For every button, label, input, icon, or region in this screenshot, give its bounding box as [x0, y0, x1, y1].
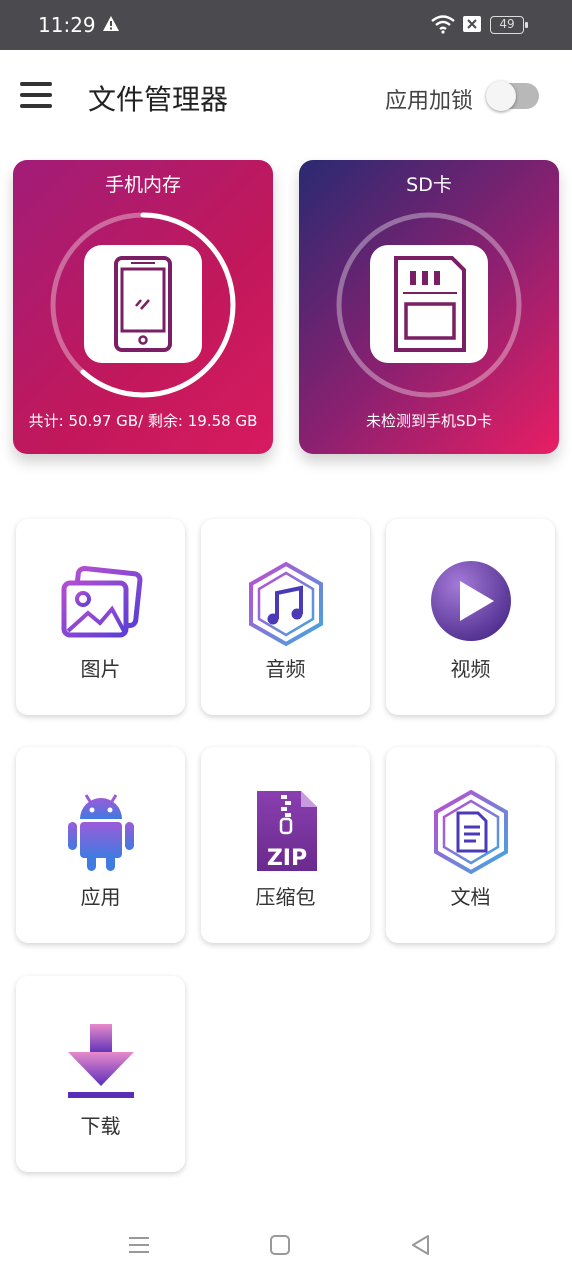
system-nav-bar [0, 1210, 572, 1280]
category-images[interactable]: 图片 [16, 519, 185, 715]
category-label: 图片 [80, 657, 121, 681]
recent-apps-icon[interactable] [126, 1232, 152, 1258]
music-icon [249, 561, 323, 647]
status-time: 11:29 [38, 13, 96, 37]
category-downloads[interactable]: 下载 [16, 976, 185, 1172]
menu-icon[interactable] [20, 82, 52, 108]
category-label: 压缩包 [255, 885, 316, 909]
category-label: 音频 [265, 657, 306, 681]
category-label: 应用 [80, 885, 121, 909]
category-audio[interactable]: 音频 [201, 519, 370, 715]
category-apps[interactable]: 应用 [16, 747, 185, 943]
app-bar: 文件管理器 应用加锁 [0, 50, 572, 142]
wifi-icon [431, 15, 455, 34]
category-documents[interactable]: 文档 [386, 747, 555, 943]
phone-storage-title: 手机内存 [104, 174, 181, 196]
toggle-knob [486, 81, 516, 111]
category-label: 下载 [80, 1114, 121, 1138]
android-icon [68, 794, 134, 871]
phone-storage-summary: 共计: 50.97 GB/ 剩余: 19.58 GB [28, 412, 258, 430]
page-title: 文件管理器 [88, 83, 229, 116]
sd-card-storage-card[interactable]: SD卡 未检测到手机SD卡 [299, 160, 559, 454]
home-icon[interactable] [267, 1232, 293, 1258]
zip-icon: ZIP [257, 791, 317, 871]
play-icon [431, 561, 511, 641]
phone-storage-card[interactable]: 手机内存 共计: 50.97 GB/ 剩余: 19.58 GB [13, 160, 273, 454]
category-label: 视频 [450, 657, 491, 681]
warning-icon [103, 16, 119, 31]
battery-indicator: 49 [490, 16, 528, 34]
app-lock-toggle[interactable] [486, 81, 539, 111]
sd-card-icon [370, 245, 488, 363]
phone-icon [84, 245, 202, 363]
category-label: 文档 [450, 885, 491, 909]
app-lock-label: 应用加锁 [385, 89, 474, 114]
sim-off-icon [463, 16, 481, 32]
category-archives[interactable]: ZIP 压缩包 [201, 747, 370, 943]
sd-card-summary: 未检测到手机SD卡 [365, 412, 493, 430]
category-video[interactable]: 视频 [386, 519, 555, 715]
status-bar: 11:29 49 [0, 0, 572, 50]
back-icon[interactable] [408, 1232, 434, 1258]
image-icon [61, 565, 143, 638]
sd-card-title: SD卡 [406, 174, 452, 196]
svg-text:ZIP: ZIP [267, 846, 307, 871]
download-icon [68, 1024, 134, 1098]
document-icon [434, 789, 508, 875]
